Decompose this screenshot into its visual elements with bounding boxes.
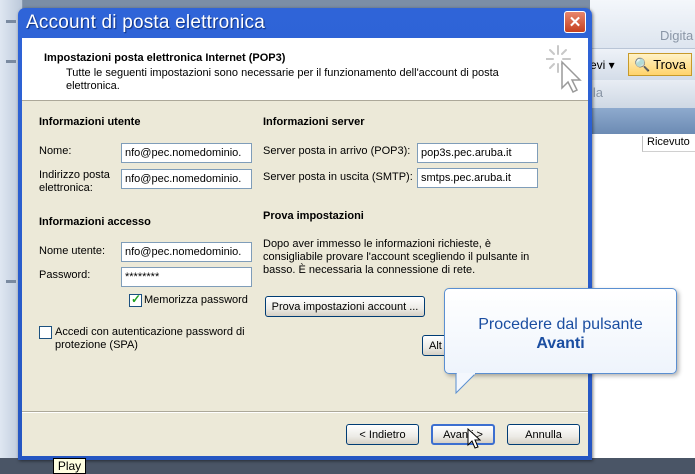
background-folder-header [590,108,695,134]
wizard-header: Impostazioni posta elettronica Internet … [22,38,588,101]
dialog-client-area: Impostazioni posta elettronica Internet … [22,38,588,456]
password-label: Password: [39,269,91,281]
name-field[interactable]: nfo@pec.nomedominio. [121,143,252,163]
play-tooltip: Play [53,458,86,474]
wizard-sparkle-cursor-icon [546,45,582,94]
next-button[interactable]: Avanti > [431,424,495,445]
close-icon: ✕ [568,14,582,31]
username-field[interactable]: nfo@pec.nomedominio. [121,242,252,262]
background-search-bar [590,80,695,108]
callout-tail [455,373,477,395]
password-field[interactable]: ******** [121,267,252,287]
email-field[interactable]: nfo@pec.nomedominio. [121,169,252,189]
background-new-menu[interactable]: evi ▾ [590,58,615,72]
outgoing-server-label: Server posta in uscita (SMTP): [263,171,413,183]
find-button[interactable]: 🔍 Trova [628,53,692,76]
spa-checkbox[interactable] [39,326,52,339]
wizard-header-description: Tutte le seguenti impostazioni sono nece… [66,67,499,92]
dialog-title: Account di posta elettronica [26,12,266,33]
test-account-button[interactable]: Prova impostazioni account ... [265,296,425,317]
spa-label: Accedi con autenticazione password di pr… [55,326,245,351]
user-info-title: Informazioni utente [39,116,141,128]
footer-separator [22,411,588,413]
binoculars-icon: 🔍 [634,56,651,72]
remember-password-label: Memorizza password [144,294,248,306]
cancel-button[interactable]: Annulla [507,424,580,445]
strip-grip [6,280,16,283]
email-label: Indirizzo posta elettronica: [39,169,110,194]
strip-grip [6,60,16,63]
username-label: Nome utente: [39,245,106,257]
test-settings-title: Prova impostazioni [263,210,364,222]
find-button-label: Trova [653,57,686,72]
dialog-titlebar[interactable]: Account di posta elettronica ✕ [18,8,592,38]
callout-line2: Avanti [536,335,585,352]
remember-password-checkbox[interactable] [129,292,142,307]
instruction-callout: Procedere dal pulsante Avanti [444,288,677,374]
account-dialog: Account di posta elettronica ✕ Impostazi… [18,8,592,460]
callout-line1: Procedere dal pulsante [478,316,643,333]
server-info-title: Informazioni server [263,116,365,128]
close-button[interactable]: ✕ [564,11,586,33]
outgoing-server-field[interactable]: smtps.pec.aruba.it [417,168,538,188]
wizard-header-title: Impostazioni posta elettronica Internet … [44,52,286,64]
name-label: Nome: [39,145,72,157]
incoming-server-field[interactable]: pop3s.pec.aruba.it [417,143,538,163]
test-settings-description: Dopo aver immesso le informazioni richie… [263,238,530,276]
callout-line2-wrap: Avanti [445,334,676,353]
strip-grip [6,20,16,23]
background-brand-text: Digita [660,28,694,43]
access-info-title: Informazioni accesso [39,216,151,228]
background-status-bar [0,458,695,474]
incoming-server-label: Server posta in arrivo (POP3): [263,145,411,157]
mouse-cursor-icon [467,428,481,449]
back-button[interactable]: < Indietro [346,424,419,445]
column-header-received[interactable]: Ricevuto [642,136,695,152]
